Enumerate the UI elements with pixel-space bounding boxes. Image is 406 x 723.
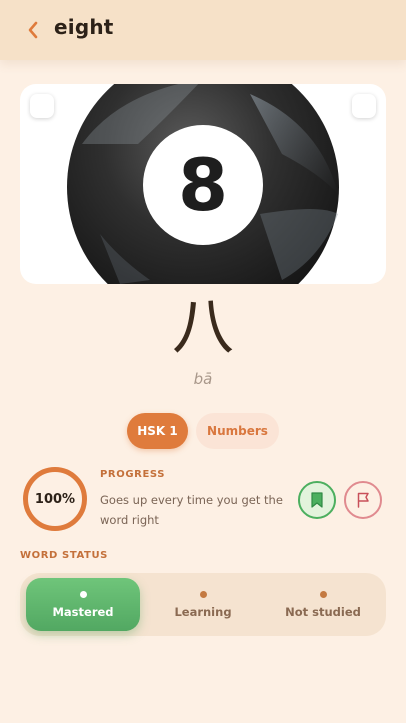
status-option-mastered[interactable]: Mastered: [26, 578, 140, 631]
hsk-level-tag[interactable]: HSK 1: [127, 413, 188, 449]
status-option-label: Mastered: [52, 604, 114, 619]
status-option-not-studied[interactable]: Not studied: [266, 578, 380, 631]
progress-ring: 100%: [23, 467, 87, 531]
chevron-left-icon: [28, 21, 38, 39]
status-dot: [79, 590, 87, 598]
flag-icon: [357, 492, 369, 508]
page-title: eight: [54, 15, 114, 39]
status-option-label: Not studied: [285, 604, 361, 619]
pinyin-text: bā: [193, 370, 213, 388]
eight-ball-image: 8: [67, 84, 339, 284]
progress-percent: 100%: [34, 491, 76, 507]
word-status-label: WORD STATUS: [20, 550, 108, 561]
top-bar: eight: [0, 0, 406, 60]
status-option-label: Learning: [174, 604, 232, 619]
bookmark-button[interactable]: [298, 481, 336, 519]
word-image-card: 8: [20, 84, 386, 284]
status-option-learning[interactable]: Learning: [146, 578, 260, 631]
back-button[interactable]: [22, 17, 44, 43]
status-dot: [199, 590, 207, 598]
image-corner-toggle-left[interactable]: [30, 94, 54, 118]
word-status-selector: Mastered Learning Not studied: [20, 573, 386, 636]
image-corner-toggle-right[interactable]: [352, 94, 376, 118]
bookmark-icon: [311, 492, 323, 508]
flag-button[interactable]: [344, 481, 382, 519]
status-dot: [319, 590, 327, 598]
progress-description: Goes up every time you get the word righ…: [100, 493, 283, 527]
hanzi-character: 八: [171, 290, 234, 363]
ball-number: 8: [178, 143, 228, 227]
category-tag[interactable]: Numbers: [196, 413, 279, 449]
progress-label: PROGRESS: [100, 469, 166, 480]
